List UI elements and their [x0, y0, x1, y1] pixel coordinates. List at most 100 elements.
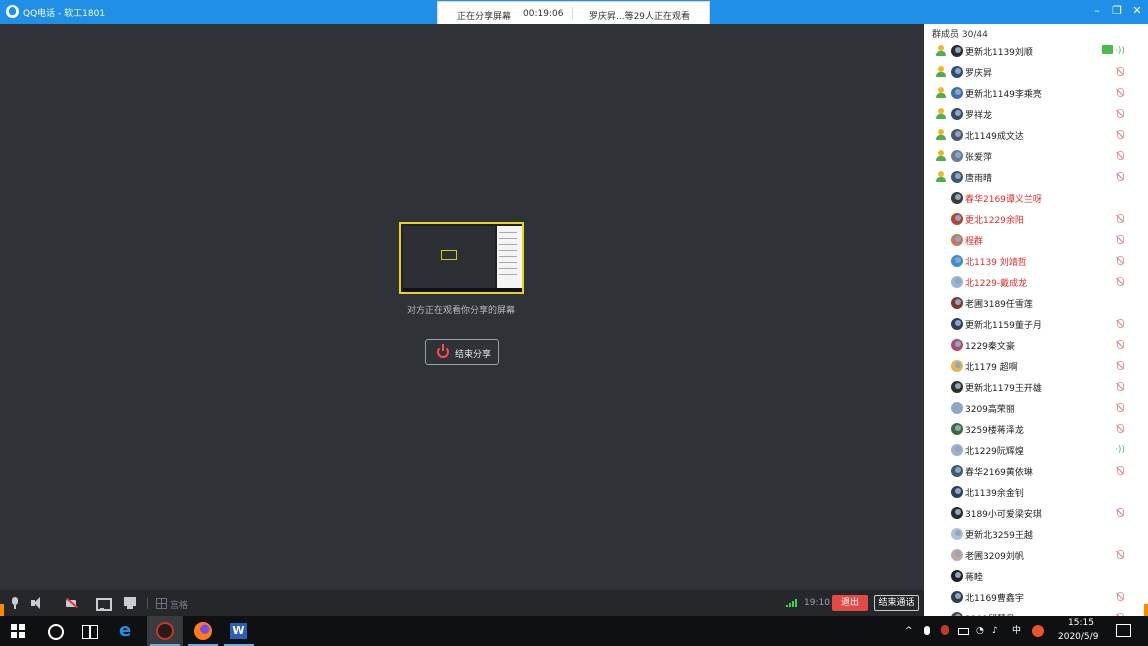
member-row[interactable]: 更北1229余阳	[924, 209, 1148, 230]
member-row[interactable]: 3259楼蒋泽龙	[924, 419, 1148, 440]
avatar[interactable]	[951, 339, 963, 351]
avatar[interactable]	[951, 402, 963, 414]
avatar[interactable]	[951, 360, 963, 372]
avatar[interactable]	[951, 507, 963, 519]
search-icon[interactable]	[47, 623, 64, 640]
avatar[interactable]	[951, 423, 963, 435]
member-row[interactable]: 罗祥龙	[924, 104, 1148, 125]
avatar[interactable]	[951, 234, 963, 246]
ime-icon[interactable]: 中	[1012, 625, 1021, 637]
end-share-button[interactable]: 结束分享	[425, 339, 499, 365]
mic-muted-icon	[1115, 466, 1124, 476]
avatar[interactable]	[951, 255, 963, 267]
member-role-icon	[935, 108, 947, 120]
clock-time[interactable]: 15:15	[1066, 618, 1096, 628]
member-row[interactable]: 春华2169黄依琳	[924, 461, 1148, 482]
qq-tray-icon[interactable]	[941, 625, 949, 635]
member-row[interactable]: 北1179 超啊	[924, 356, 1148, 377]
power-icon	[437, 344, 449, 358]
member-row[interactable]: 蒋睦	[924, 566, 1148, 587]
member-row[interactable]: 北1139余金钊	[924, 482, 1148, 503]
member-row[interactable]: 3209高荣丽	[924, 398, 1148, 419]
windows-start-icon[interactable]	[11, 623, 27, 639]
taskbar-qq-app[interactable]	[147, 616, 183, 646]
edge-icon[interactable]: e	[119, 622, 135, 640]
avatar[interactable]	[951, 570, 963, 582]
avatar[interactable]	[951, 486, 963, 498]
member-row[interactable]: 北1229-戴成龙	[924, 272, 1148, 293]
avatar[interactable]	[951, 276, 963, 288]
member-row[interactable]: 1229秦文豪	[924, 335, 1148, 356]
preview-line	[499, 256, 517, 257]
restore-icon[interactable]: ❐	[1110, 3, 1124, 19]
volume-icon[interactable]: ♪	[992, 625, 998, 637]
avatar[interactable]	[951, 549, 963, 561]
notification-icon[interactable]	[1115, 623, 1131, 639]
avatar[interactable]	[951, 45, 963, 57]
member-row[interactable]: 老圃3209刘帆	[924, 545, 1148, 566]
member-row[interactable]: 北1139 刘靖哲	[924, 251, 1148, 272]
avatar[interactable]	[951, 381, 963, 393]
speaker-icon[interactable]	[31, 597, 43, 609]
microphone-icon[interactable]	[9, 597, 21, 609]
end-call-button[interactable]: 结束通话	[874, 595, 919, 611]
avatar[interactable]	[951, 171, 963, 183]
member-row[interactable]: 春华2169谭义兰呀	[924, 188, 1148, 209]
member-row[interactable]: 罗庆昇	[924, 62, 1148, 83]
taskbar-word-app[interactable]: W	[221, 616, 257, 646]
member-row[interactable]: 更新北1179王开雄	[924, 377, 1148, 398]
member-row[interactable]: 3189小可爱梁安琪	[924, 503, 1148, 524]
close-icon[interactable]: ✕	[1130, 3, 1144, 19]
grid-icon[interactable]	[156, 597, 168, 609]
grid-label[interactable]: 宫格	[170, 598, 188, 611]
member-row[interactable]: 更新北1149李乘亮	[924, 83, 1148, 104]
member-row[interactable]: 更新北1139刘顺 ·))	[924, 41, 1148, 62]
camera-off-icon[interactable]	[66, 597, 78, 609]
sogou-icon[interactable]	[1032, 625, 1044, 637]
wifi-icon[interactable]: ◔	[976, 625, 984, 637]
battery-icon[interactable]	[958, 628, 969, 635]
member-row[interactable]: 更新北3259王越	[924, 524, 1148, 545]
call-time: 19:10	[804, 598, 830, 608]
avatar[interactable]	[951, 150, 963, 162]
task-view-icon[interactable]	[82, 623, 98, 639]
member-row[interactable]: 更新北1159董子月	[924, 314, 1148, 335]
taskbar-firefox-app[interactable]	[185, 616, 221, 646]
microphone-icon[interactable]	[924, 626, 930, 635]
avatar[interactable]	[951, 297, 963, 309]
member-row[interactable]: 北1169曹鑫宇	[924, 587, 1148, 608]
member-row[interactable]: 北1229阮辉煌 ·))	[924, 440, 1148, 461]
shared-screen-preview[interactable]	[399, 222, 524, 294]
member-row[interactable]: 张爱萍	[924, 146, 1148, 167]
avatar[interactable]	[951, 318, 963, 330]
member-name: 北1139 刘靖哲	[965, 258, 1027, 268]
presenter-icon[interactable]	[124, 597, 136, 609]
quit-button[interactable]: 退出	[832, 595, 868, 611]
avatar[interactable]	[951, 129, 963, 141]
avatar[interactable]	[951, 192, 963, 204]
avatar[interactable]	[951, 591, 963, 603]
avatar[interactable]	[951, 87, 963, 99]
clock-date[interactable]: 2020/5/9	[1058, 632, 1098, 642]
chevron-up-icon[interactable]: ^	[905, 625, 913, 637]
member-name: 北1169曹鑫宇	[965, 594, 1024, 604]
avatar[interactable]	[951, 213, 963, 225]
avatar[interactable]	[951, 66, 963, 78]
member-row[interactable]: 3209邱慧丹	[924, 608, 1148, 616]
share-duration: 00:19:06	[523, 9, 564, 19]
avatar[interactable]	[951, 444, 963, 456]
member-row[interactable]: 程群	[924, 230, 1148, 251]
avatar[interactable]	[951, 108, 963, 120]
mic-muted-icon	[1115, 88, 1124, 98]
member-list-scrollbar[interactable]	[1144, 24, 1147, 616]
member-name: 老圃3189任雪莲	[965, 300, 1033, 310]
member-name: 更新北1179王开雄	[965, 384, 1042, 394]
avatar[interactable]	[951, 528, 963, 540]
member-row[interactable]: 北1149成文达	[924, 125, 1148, 146]
member-row[interactable]: 唐雨晴	[924, 167, 1148, 188]
share-screen-icon[interactable]	[96, 597, 112, 611]
minimize-icon[interactable]: –	[1090, 3, 1104, 19]
avatar[interactable]	[951, 465, 963, 477]
member-row[interactable]: 老圃3189任雪莲	[924, 293, 1148, 314]
preview-right-pane	[497, 226, 522, 290]
